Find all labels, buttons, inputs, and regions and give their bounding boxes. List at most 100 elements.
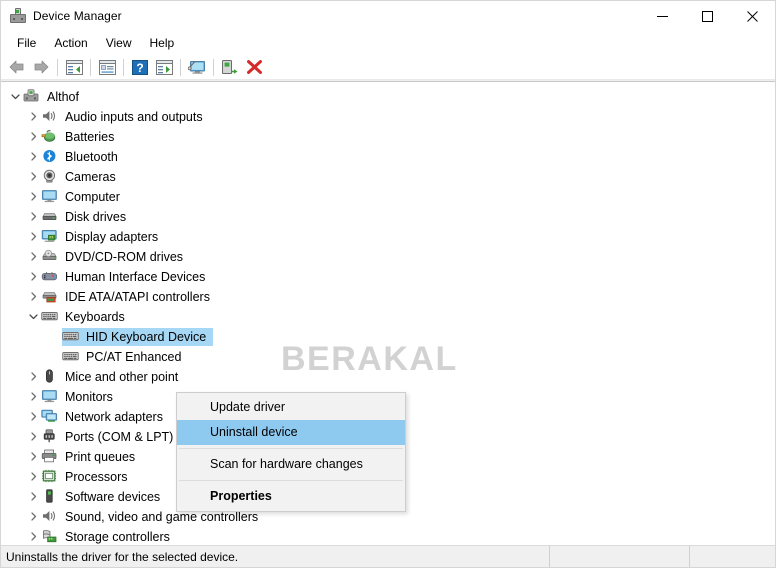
enable-device-button[interactable] <box>218 56 242 78</box>
menu-help[interactable]: Help <box>141 34 184 52</box>
tree-item-label: Software devices <box>65 489 161 504</box>
expand-chevron-icon[interactable] <box>25 387 41 407</box>
tree-item-label: Audio inputs and outputs <box>65 109 203 124</box>
show-hide-console-tree-button[interactable] <box>62 56 86 78</box>
speaker-icon <box>41 109 59 125</box>
hid-icon <box>41 269 59 285</box>
toolbar-separator <box>57 58 58 76</box>
menu-view[interactable]: View <box>97 34 141 52</box>
computer-root-icon <box>23 89 41 105</box>
tree-item-storage-controllers[interactable]: Storage controllers <box>1 527 775 545</box>
expand-chevron-icon[interactable] <box>25 207 41 227</box>
expand-chevron-icon[interactable] <box>25 527 41 545</box>
context-menu[interactable]: Update driver Uninstall device Scan for … <box>176 391 406 512</box>
tree-item-label: Sound, video and game controllers <box>65 509 259 524</box>
toolbar-separator <box>180 58 181 76</box>
tree-item-audio-inputs-and-outputs[interactable]: Audio inputs and outputs <box>1 107 775 127</box>
menu-action[interactable]: Action <box>45 34 96 52</box>
keyboard-icon <box>62 349 80 365</box>
tree-item-label: Storage controllers <box>65 529 170 544</box>
battery-icon <box>41 129 59 145</box>
expand-chevron-icon[interactable] <box>25 187 41 207</box>
maximize-button[interactable] <box>685 1 730 31</box>
tree-item-pc-at-enhanced[interactable]: PC/AT Enhanced <box>1 347 775 367</box>
expand-chevron-icon[interactable] <box>25 407 41 427</box>
scan-for-hardware-changes-button[interactable] <box>185 56 209 78</box>
expand-chevron-icon[interactable] <box>7 87 23 107</box>
dvd-drive-icon <box>41 249 59 265</box>
expand-chevron-icon[interactable] <box>25 127 41 147</box>
menu-file[interactable]: File <box>8 34 45 52</box>
help-button[interactable]: ? <box>128 56 152 78</box>
close-button[interactable] <box>730 1 775 31</box>
keyboard-icon <box>41 309 59 325</box>
tree-item-cameras[interactable]: Cameras <box>1 167 775 187</box>
context-menu-item-scan-for-hardware-changes[interactable]: Scan for hardware changes <box>177 452 405 477</box>
storage-controller-icon <box>41 529 59 545</box>
tree-item-hid-keyboard-device[interactable]: HID Keyboard Device <box>1 327 775 347</box>
tree-item-ide-ata-atapi-controllers[interactable]: IDE ATA/ATAPI controllers <box>1 287 775 307</box>
tree-item-bluetooth[interactable]: Bluetooth <box>1 147 775 167</box>
expand-chevron-icon[interactable] <box>25 507 41 527</box>
tree-item-label: Mice and other point <box>65 369 179 384</box>
expand-chevron-icon[interactable] <box>25 147 41 167</box>
context-menu-item-update-driver[interactable]: Update driver <box>177 395 405 420</box>
tree-item-computer[interactable]: Computer <box>1 187 775 207</box>
tree-item-dvd-cd-rom-drives[interactable]: DVD/CD-ROM drives <box>1 247 775 267</box>
tree-item-label: Cameras <box>65 169 116 184</box>
tree-item-mice-and-other-point[interactable]: Mice and other point <box>1 367 775 387</box>
tree-item-label: HID Keyboard Device <box>86 329 207 344</box>
context-menu-item-properties[interactable]: Properties <box>177 484 405 509</box>
expand-chevron-icon[interactable] <box>25 367 41 387</box>
tree-item-batteries[interactable]: Batteries <box>1 127 775 147</box>
expand-chevron-icon[interactable] <box>25 267 41 287</box>
expand-chevron-icon[interactable] <box>25 167 41 187</box>
ide-controller-icon <box>41 289 59 305</box>
tree-item-label: Human Interface Devices <box>65 269 206 284</box>
device-manager-icon <box>10 8 26 24</box>
tree-item-display-adapters[interactable]: Display adapters <box>1 227 775 247</box>
bluetooth-icon <box>41 149 59 165</box>
tree-item-label: PC/AT Enhanced <box>86 349 182 364</box>
tree-item-keyboards[interactable]: Keyboards <box>1 307 775 327</box>
keyboard-icon <box>62 329 80 345</box>
tree-item-label: IDE ATA/ATAPI controllers <box>65 289 210 304</box>
tree-item-label: Bluetooth <box>65 149 118 164</box>
svg-text:?: ? <box>136 61 143 75</box>
expand-chevron-icon[interactable] <box>25 247 41 267</box>
properties-button[interactable] <box>95 56 119 78</box>
speaker-icon <box>41 509 59 525</box>
context-menu-item-uninstall-device[interactable]: Uninstall device <box>177 419 405 445</box>
expand-chevron-icon[interactable] <box>25 287 41 307</box>
window-title: Device Manager <box>33 9 122 23</box>
status-text: Uninstalls the driver for the selected d… <box>6 549 239 564</box>
update-driver-button[interactable] <box>152 56 176 78</box>
menubar: File Action View Help <box>1 31 775 55</box>
expand-chevron-icon[interactable] <box>25 467 41 487</box>
expand-chevron-icon[interactable] <box>25 307 41 327</box>
toolbar-separator <box>90 58 91 76</box>
tree-item-disk-drives[interactable]: Disk drives <box>1 207 775 227</box>
uninstall-device-button[interactable] <box>242 56 266 78</box>
port-icon <box>41 429 59 445</box>
expand-chevron-icon[interactable] <box>25 427 41 447</box>
expand-chevron-icon[interactable] <box>25 487 41 507</box>
expand-chevron-icon[interactable] <box>25 227 41 247</box>
tree-item-label: Disk drives <box>65 209 127 224</box>
selected-highlight: HID Keyboard Device <box>62 327 214 346</box>
tree-item-althof[interactable]: Althof <box>1 87 775 107</box>
tree-item-human-interface-devices[interactable]: Human Interface Devices <box>1 267 775 287</box>
forward-button[interactable] <box>29 56 53 78</box>
device-tree-panel: BERAKAL Althof Audio inputs and outputs Ba… <box>1 81 775 546</box>
minimize-button[interactable] <box>640 1 685 31</box>
device-manager-window: Device Manager File Action View Help ? B… <box>0 0 776 568</box>
expand-chevron-icon[interactable] <box>25 447 41 467</box>
tree-item-label: Network adapters <box>65 409 163 424</box>
processor-icon <box>41 469 59 485</box>
monitor-icon <box>41 189 59 205</box>
context-menu-separator <box>179 479 403 481</box>
context-menu-separator <box>179 447 403 449</box>
tree-item-label: Processors <box>65 469 128 484</box>
back-button[interactable] <box>5 56 29 78</box>
expand-chevron-icon[interactable] <box>25 107 41 127</box>
